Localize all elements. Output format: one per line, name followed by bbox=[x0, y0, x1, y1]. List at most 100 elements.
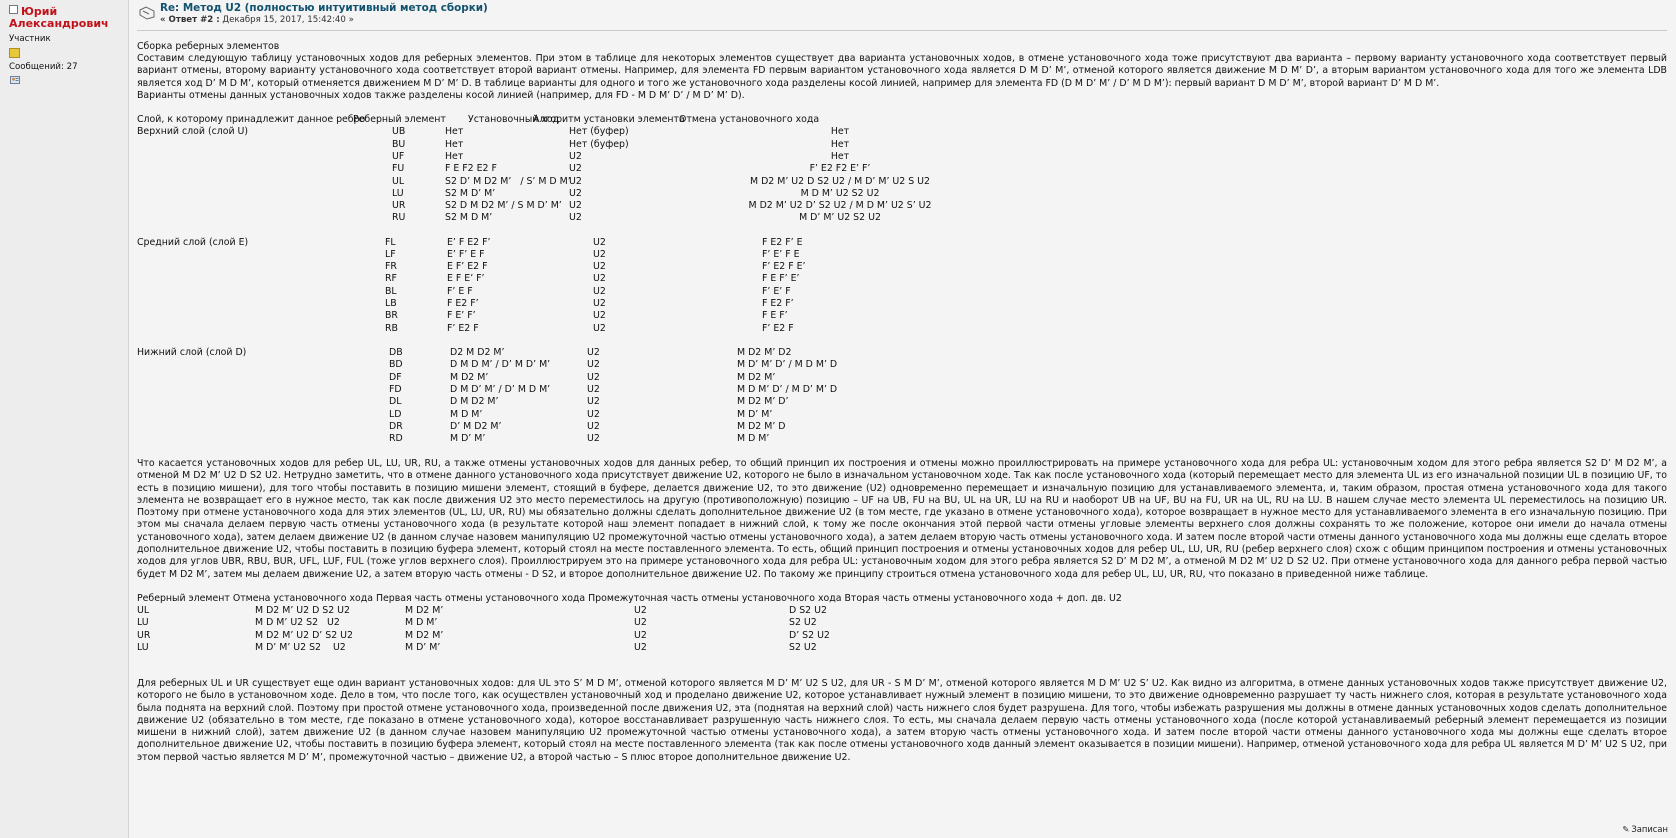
table-cell: F E F’ bbox=[762, 310, 788, 322]
table-cell: M D2 M’ bbox=[450, 371, 489, 383]
table-cell: LU bbox=[137, 641, 149, 653]
record-icon: ✎ bbox=[1622, 824, 1630, 834]
table-cell: F’ E F bbox=[447, 285, 473, 297]
table-cell: M D2 M’ bbox=[405, 629, 444, 641]
table-cell: U2 bbox=[569, 200, 582, 212]
table-cell: BR bbox=[385, 310, 398, 322]
post-body: Re: Метод U2 (полностью интуитивный мето… bbox=[137, 0, 1667, 838]
table-cell: DR bbox=[389, 420, 403, 432]
table-cell: U2 bbox=[587, 371, 600, 383]
table-cell: F’ E2 F2 E’ F’ bbox=[809, 163, 871, 175]
table-cell: F’ E2 F E’ bbox=[762, 261, 806, 273]
table-cell: D M D2 M’ bbox=[450, 396, 499, 408]
table-cell: U2 bbox=[569, 212, 582, 224]
table-cell: M D’ M’ D’ / M D M’ D bbox=[737, 359, 838, 371]
table-cell: U2 bbox=[593, 310, 606, 322]
table-cell: M D M’ bbox=[405, 617, 438, 629]
offline-status-icon bbox=[9, 5, 18, 14]
table-cell: UB bbox=[392, 126, 406, 138]
table-cell: D’ M D2 M’ bbox=[450, 420, 502, 432]
column-header: Реберный элемент bbox=[353, 114, 446, 125]
intro-note: Варианты отмены данных установочных ходо… bbox=[137, 90, 745, 101]
table-cell: FR bbox=[385, 261, 397, 273]
header-divider bbox=[137, 30, 1667, 31]
table-cell: F E’ F’ bbox=[447, 310, 476, 322]
table-cell: M D2 M’ D’ bbox=[737, 396, 789, 408]
table-cell: M D’ M’ bbox=[450, 433, 486, 445]
table-cell: Нет bbox=[830, 138, 850, 150]
table-cell: U2 bbox=[593, 285, 606, 297]
table-cell: M D’ M’ U2 S2 U2 bbox=[255, 641, 346, 653]
table-cell: M D2 M’ U2 D’ S2 U2 bbox=[255, 629, 353, 641]
table-cell: M D’ M’ bbox=[405, 641, 441, 653]
record-label: Записан bbox=[1631, 824, 1668, 834]
table-cell: U2 bbox=[634, 641, 647, 653]
table-cell: UR bbox=[137, 629, 151, 641]
table-cell: F E2 F’ E bbox=[762, 236, 803, 248]
table-cell: U2 bbox=[593, 261, 606, 273]
table-cell: U2 bbox=[569, 175, 582, 187]
table-cell: LU bbox=[137, 617, 149, 629]
column-header: Отмена установочного хода bbox=[679, 114, 820, 125]
table-cell: E F’ E2 F bbox=[447, 261, 488, 273]
rank-star-icon bbox=[9, 48, 20, 58]
table-cell: S2 D’ M D2 M’ / S’ M D M’ bbox=[445, 175, 571, 187]
column-header: Слой, к которому принадлежит данное ребр… bbox=[137, 114, 366, 125]
table-cell: M D M’ D’ / M D’ M’ D bbox=[737, 383, 838, 395]
table-cell: S2 U2 bbox=[789, 617, 817, 629]
profile-icon[interactable] bbox=[10, 75, 20, 85]
table-cell: RF bbox=[385, 273, 397, 285]
table-cell: M D2 M’ D2 bbox=[737, 347, 792, 358]
table-cell: E F E’ F’ bbox=[447, 273, 485, 285]
post-date: Декабря 15, 2017, 15:42:40 » bbox=[219, 15, 354, 25]
table-cell: E’ F E2 F’ bbox=[447, 236, 491, 248]
table-cell: D M D’ M’ / D’ M D M’ bbox=[450, 383, 551, 395]
table-cell: M D M’ bbox=[450, 408, 483, 420]
table-cell: M D2 M’ U2 D’ S2 U2 / M D M’ U2 S’ U2 bbox=[748, 200, 932, 212]
table-cell: D S2 U2 bbox=[789, 605, 827, 616]
table-cell: UL bbox=[137, 605, 150, 616]
table-cell: UF bbox=[392, 150, 405, 162]
table-cell: Нет bbox=[445, 150, 464, 162]
post-title[interactable]: Re: Метод U2 (полностью интуитивный мето… bbox=[160, 2, 488, 14]
table-cell: Нет (буфер) bbox=[569, 126, 629, 138]
table-cell: U2 bbox=[587, 420, 600, 432]
table-cell: U2 bbox=[587, 396, 600, 408]
table-cell: LD bbox=[389, 408, 402, 420]
last-paragraph: Для реберных UL и UR существует еще один… bbox=[137, 678, 1667, 763]
table-cell: F E2 F’ bbox=[447, 298, 479, 309]
table-cell: M D’ M’ bbox=[737, 408, 773, 420]
table-cell: D M D M’ / D’ M D’ M’ bbox=[450, 359, 551, 371]
table-cell: LB bbox=[385, 298, 397, 309]
table-cell: S2 D M D2 M’ / S M D’ M’ bbox=[445, 200, 562, 212]
table-cell: U2 bbox=[587, 408, 600, 420]
middle-paragraph: Что касается установочных ходов для ребе… bbox=[137, 458, 1667, 580]
layer-label: Верхний слой (слой U) bbox=[137, 126, 249, 138]
layer-label: Нижний слой (слой D) bbox=[137, 347, 247, 358]
author-name[interactable]: Юрий Александрович bbox=[9, 5, 127, 30]
table-cell: UR bbox=[392, 200, 406, 212]
record-link[interactable]: ✎ Записан bbox=[1622, 824, 1668, 834]
table-cell: M D2 M’ U2 D S2 U2 bbox=[255, 605, 351, 616]
table-cell: Нет bbox=[445, 126, 464, 138]
table-cell: U2 bbox=[587, 383, 600, 395]
table-cell: U2 bbox=[634, 629, 647, 641]
member-role: Участник bbox=[9, 34, 51, 44]
table-cell: FL bbox=[385, 236, 396, 248]
table-cell: DB bbox=[389, 347, 403, 358]
table-cell: RD bbox=[389, 433, 403, 445]
table-cell: F’ E2 F bbox=[447, 322, 479, 334]
section-heading: Сборка реберных элементов bbox=[137, 41, 280, 52]
table-cell: U2 bbox=[634, 617, 647, 629]
undo-table-header: Реберный элемент Отмена установочного хо… bbox=[137, 593, 1122, 604]
layer-label: Средний слой (слой E) bbox=[137, 236, 249, 248]
table-cell: RB bbox=[385, 322, 398, 334]
table-cell: LU bbox=[392, 187, 404, 199]
table-cell: Нет bbox=[830, 126, 850, 138]
topic-icon bbox=[139, 6, 155, 20]
table-cell: M D M’ U2 S2 U2 bbox=[255, 617, 340, 629]
table-cell: BL bbox=[385, 285, 397, 297]
table-cell: F’ E2 F bbox=[762, 322, 794, 334]
table-cell: M D2 M’ D bbox=[737, 420, 786, 432]
table-cell: F E F’ E’ bbox=[762, 273, 800, 285]
